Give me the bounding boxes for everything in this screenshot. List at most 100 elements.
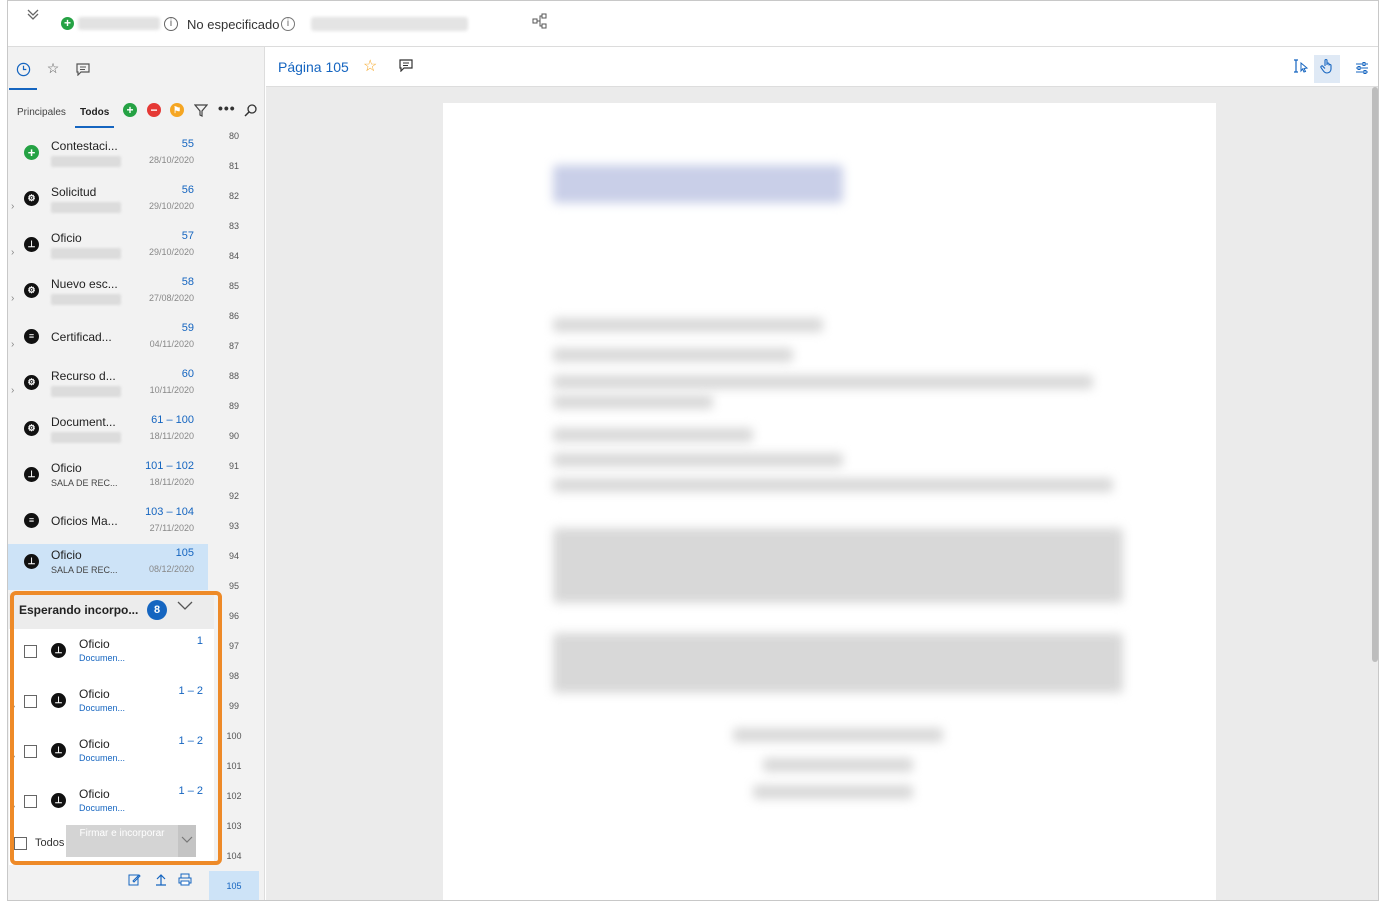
list-item[interactable]: › ⚙ Recurso d... 60 10/11/2020 [8,365,208,411]
item-pages[interactable]: 1 [197,635,203,647]
page-number[interactable]: 88 [209,371,259,381]
document-pages[interactable]: 101 – 102 [145,460,194,472]
info-icon[interactable]: i [281,17,295,31]
page-number[interactable]: 103 [209,821,259,831]
document-pages[interactable]: 105 [176,547,194,559]
page-number-active[interactable]: 105 [209,871,259,900]
page-number[interactable]: 101 [209,761,259,771]
checkbox[interactable] [24,695,37,708]
page-number[interactable]: 93 [209,521,259,531]
list-item[interactable]: ⊥ Oficio Documen... 1 [9,629,214,679]
chevron-right-icon[interactable]: › [11,201,14,212]
list-item[interactable]: ⚙ Document... 61 – 100 18/11/2020 [8,411,208,457]
page-number[interactable]: 99 [209,701,259,711]
funnel-icon[interactable] [193,103,209,117]
chevron-down-icon[interactable] [177,599,193,615]
list-item[interactable]: ≡ Oficios Ma... 103 – 104 27/11/2020 [8,503,208,549]
item-subtitle[interactable]: Documen... [79,703,125,713]
list-item-selected[interactable]: ⊥ Oficio SALA DE REC... 105 08/12/2020 [8,544,208,590]
page-number[interactable]: 90 [209,431,259,441]
print-icon[interactable] [177,873,193,889]
item-subtitle[interactable]: Documen... [79,803,125,813]
star-icon[interactable]: ☆ [39,47,67,90]
clock-icon[interactable] [9,47,37,90]
page-number[interactable]: 92 [209,491,259,501]
chevron-right-icon[interactable]: › [12,701,15,712]
document-pages[interactable]: 103 – 104 [145,506,194,518]
comment-icon[interactable] [69,47,97,90]
chevron-right-icon[interactable]: › [12,801,15,812]
list-item[interactable]: › ⊥ Oficio Documen... 1 – 2 [9,729,214,779]
page-number[interactable]: 98 [209,671,259,681]
document-pages[interactable]: 61 – 100 [151,414,194,426]
document-pages[interactable]: 59 [182,322,194,334]
chevron-right-icon[interactable]: › [11,385,14,396]
list-item[interactable]: › ≡ Certificad... 59 04/11/2020 [8,319,208,365]
page-number[interactable]: 95 [209,581,259,591]
chevron-right-icon[interactable]: › [11,293,14,304]
chevron-right-icon[interactable]: › [11,247,14,258]
chevron-down-icon[interactable] [178,825,196,857]
list-item[interactable]: + Contestaci... 55 28/10/2020 [8,135,208,181]
waiting-panel-header[interactable]: Esperando incorpo... 8 [9,593,214,629]
document-pages[interactable]: 58 [182,276,194,288]
page-number[interactable]: 84 [209,251,259,261]
add-filter-icon[interactable]: + [123,103,137,117]
page-number[interactable]: 100 [209,731,259,741]
document-pages[interactable]: 56 [182,184,194,196]
page-number[interactable]: 97 [209,641,259,651]
more-options-icon[interactable]: ••• [218,101,235,117]
vertical-scrollbar[interactable] [1372,87,1378,662]
list-item[interactable]: › ⊥ Oficio Documen... 1 – 2 [9,679,214,729]
checkbox[interactable] [24,645,37,658]
checkbox[interactable] [24,795,37,808]
document-pages[interactable]: 57 [182,230,194,242]
info-icon[interactable]: i [164,17,178,31]
page-number[interactable]: 81 [209,161,259,171]
chevron-right-icon[interactable]: › [11,339,14,350]
document-pages[interactable]: 60 [182,368,194,380]
chevron-double-down-icon[interactable] [24,7,42,25]
sign-incorporate-button[interactable]: Firmar e incorporar [66,825,178,857]
list-item[interactable]: › ⚙ Nuevo esc... 58 27/08/2020 [8,273,208,319]
list-item[interactable]: › ⊥ Oficio 57 29/10/2020 [8,227,208,273]
page-number[interactable]: 91 [209,461,259,471]
chevron-right-icon[interactable]: › [12,751,15,762]
remove-filter-icon[interactable]: − [147,103,161,117]
hierarchy-icon[interactable] [532,13,548,29]
page-number[interactable]: 87 [209,341,259,351]
page-number[interactable]: 80 [209,131,259,141]
page-number[interactable]: 82 [209,191,259,201]
item-pages[interactable]: 1 – 2 [179,735,203,747]
document-viewer[interactable] [266,87,1378,900]
list-item[interactable]: › ⊥ Oficio Documen... 1 – 2 [9,779,214,829]
item-subtitle[interactable]: Documen... [79,753,125,763]
star-icon[interactable]: ☆ [363,56,377,76]
page-number[interactable]: 96 [209,611,259,621]
text-select-icon[interactable] [1288,55,1314,83]
page-number[interactable]: 85 [209,281,259,291]
list-item[interactable]: › ⚙ Solicitud 56 29/10/2020 [8,181,208,227]
page-number[interactable]: 89 [209,401,259,411]
tab-todos[interactable]: Todos [74,107,115,128]
hand-pointer-icon[interactable] [1314,55,1340,83]
edit-icon[interactable] [126,873,142,889]
page-number[interactable]: 83 [209,221,259,231]
page-number[interactable]: 104 [209,851,259,861]
page-number[interactable]: 94 [209,551,259,561]
comment-icon[interactable] [399,59,413,73]
checkbox[interactable] [24,745,37,758]
page-number[interactable]: 86 [209,311,259,321]
item-subtitle[interactable]: Documen... [79,653,125,663]
select-all-checkbox[interactable] [14,837,27,850]
settings-sliders-icon[interactable] [1349,55,1375,83]
page-number[interactable]: 102 [209,791,259,801]
pending-filter-icon[interactable]: ⚑ [170,103,184,117]
item-pages[interactable]: 1 – 2 [179,685,203,697]
tab-principales[interactable]: Principales [17,107,66,118]
list-item[interactable]: ⊥ Oficio SALA DE REC... 101 – 102 18/11/… [8,457,208,503]
upload-icon[interactable] [153,873,169,889]
item-pages[interactable]: 1 – 2 [179,785,203,797]
search-icon[interactable] [244,103,258,117]
document-pages[interactable]: 55 [182,138,194,150]
